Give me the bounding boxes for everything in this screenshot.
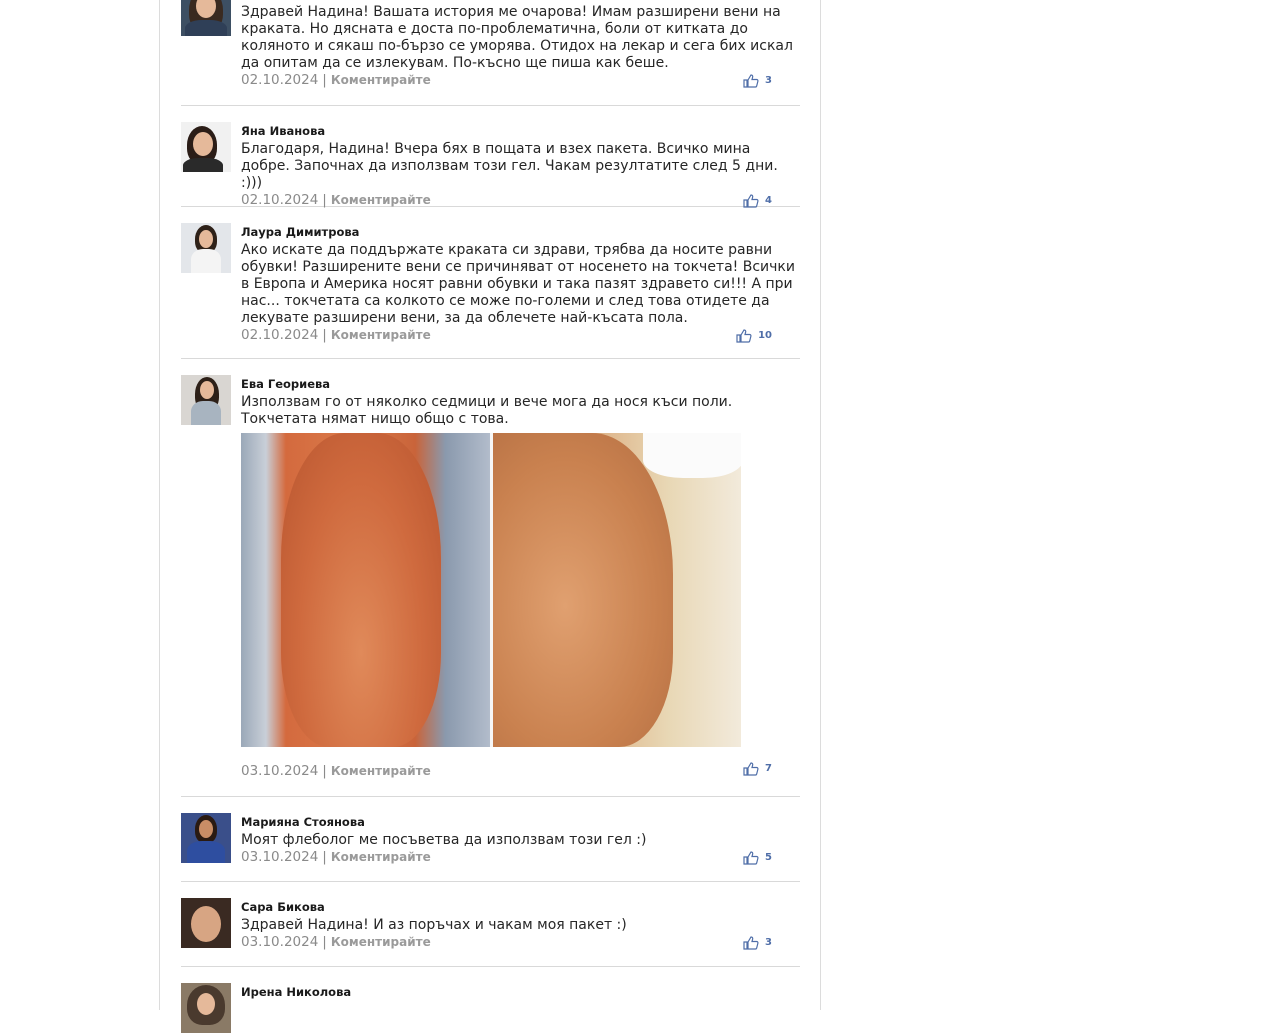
comment-text: Благодаря, Надина! Вчера бях в пощата и … xyxy=(241,141,778,191)
meta-separator: | xyxy=(322,849,327,865)
like-count: 3 xyxy=(765,75,772,86)
comment-date: 02.10.2024 xyxy=(241,192,319,208)
like-button[interactable]: 3 xyxy=(743,72,772,89)
comment-date: 03.10.2024 xyxy=(241,934,319,950)
reply-link[interactable]: Коментирайте xyxy=(331,73,431,87)
thumbs-up-icon xyxy=(743,850,759,865)
avatar xyxy=(181,375,231,425)
comment-text: Ако искате да поддържате краката си здра… xyxy=(241,242,795,326)
comment-item: Сара Бикова Здравей Надина! И аз поръчах… xyxy=(181,882,800,967)
commenter-name: Сара Бикова xyxy=(241,900,325,914)
like-count: 7 xyxy=(765,763,772,774)
comment-item: Ирена Николова xyxy=(181,967,800,1033)
comment-date: 03.10.2024 xyxy=(241,763,319,779)
comment-meta: 02.10.2024 | Коментирайте 3 xyxy=(241,72,800,89)
avatar xyxy=(181,983,231,1033)
meta-separator: | xyxy=(322,327,327,343)
thumbs-up-icon xyxy=(743,193,759,208)
comment-meta: 03.10.2024 | Коментирайте 7 xyxy=(241,760,800,780)
comment-item: Яна Иванова Благодаря, Надина! Вчера бях… xyxy=(181,106,800,208)
photo-after xyxy=(493,433,741,747)
thumbs-up-icon xyxy=(736,328,752,343)
like-button[interactable]: 7 xyxy=(743,760,772,777)
comment-text: Здравей Надина! Вашата история ме очаров… xyxy=(241,4,793,71)
avatar xyxy=(181,122,231,172)
comments-column: Здравей Надина! Вашата история ме очаров… xyxy=(159,0,821,1033)
photo-before xyxy=(241,433,490,747)
commenter-name: Яна Иванова xyxy=(241,124,326,138)
avatar xyxy=(181,898,231,948)
comment-item: Лаура Димитрова Ако искате да поддържате… xyxy=(181,207,800,359)
avatar xyxy=(181,223,231,273)
like-count: 3 xyxy=(765,937,772,948)
comment-date: 02.10.2024 xyxy=(241,72,319,88)
comment-photo[interactable] xyxy=(241,433,741,747)
thumbs-up-icon xyxy=(743,935,759,950)
meta-separator: | xyxy=(322,934,327,950)
reply-link[interactable]: Коментирайте xyxy=(331,193,431,207)
thumbs-up-icon xyxy=(743,73,759,88)
avatar xyxy=(181,813,231,863)
like-count: 5 xyxy=(765,852,772,863)
comment-item: Ева Геориева Използвам го от няколко сед… xyxy=(181,359,800,797)
avatar xyxy=(181,0,231,36)
comment-meta: 03.10.2024 | Коментирайте 3 xyxy=(241,934,800,951)
commenter-name: Лаура Димитрова xyxy=(241,225,360,239)
reply-link[interactable]: Коментирайте xyxy=(331,850,431,864)
comment-date: 02.10.2024 xyxy=(241,327,319,343)
reply-link[interactable]: Коментирайте xyxy=(331,328,431,342)
meta-separator: | xyxy=(322,192,327,208)
commenter-name: Ирена Николова xyxy=(241,985,352,999)
comment-text: Използвам го от няколко седмици и вече м… xyxy=(241,394,733,427)
comment-meta: 02.10.2024 | Коментирайте 10 xyxy=(241,327,800,344)
reply-link[interactable]: Коментирайте xyxy=(331,935,431,949)
comment-feed: Здравей Надина! Вашата история ме очаров… xyxy=(181,0,800,1033)
commenter-name: Ева Геориева xyxy=(241,377,331,391)
like-button[interactable]: 10 xyxy=(736,327,772,344)
commenter-name: Марияна Стоянова xyxy=(241,815,365,829)
reply-link[interactable]: Коментирайте xyxy=(331,764,431,778)
comment-text: Моят флеболог ме посъветва да използвам … xyxy=(241,832,647,848)
comment-item: Здравей Надина! Вашата история ме очаров… xyxy=(181,0,800,106)
like-count: 10 xyxy=(758,330,772,341)
thumbs-up-icon xyxy=(743,761,759,776)
like-button[interactable]: 5 xyxy=(743,849,772,866)
like-button[interactable]: 3 xyxy=(743,934,772,951)
comment-date: 03.10.2024 xyxy=(241,849,319,865)
comment-text: Здравей Надина! И аз поръчах и чакам моя… xyxy=(241,917,627,933)
comment-meta: 03.10.2024 | Коментирайте 5 xyxy=(241,849,800,866)
meta-separator: | xyxy=(322,763,327,779)
meta-separator: | xyxy=(322,72,327,88)
comment-item: Марияна Стоянова Моят флеболог ме посъве… xyxy=(181,797,800,882)
